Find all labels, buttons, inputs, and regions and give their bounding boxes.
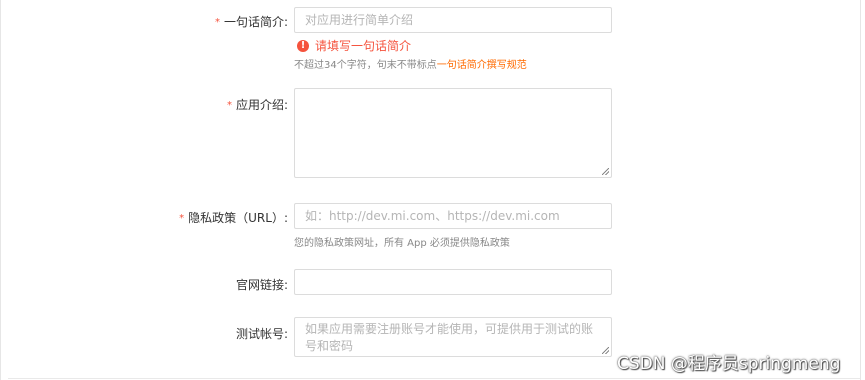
label-colon: : [283, 211, 288, 225]
required-mark: * [226, 100, 232, 111]
website-label-text: 官网链接 [235, 278, 284, 292]
intro-hint: 不超过34个字符，句末不带标点一句话简介撰写规范 [294, 56, 527, 71]
test-account-placeholder: 如果应用需要注册账号才能使用，可提供用于测试的账号和密码 [305, 322, 594, 353]
intro-hint-text: 不超过34个字符，句末不带标点 [294, 60, 437, 71]
label-colon: : [283, 98, 288, 112]
divider [8, 378, 860, 379]
description-label-text: 应用介绍 [235, 98, 284, 112]
intro-label: * 一句话简介: [215, 13, 288, 30]
description-textarea[interactable] [294, 88, 612, 178]
page-border-right [860, 0, 861, 380]
error-icon: ! [297, 39, 309, 52]
intro-placeholder: 对应用进行简单介绍 [305, 13, 414, 27]
intro-input[interactable]: 对应用进行简单介绍 [294, 7, 612, 33]
label-colon: : [283, 15, 288, 29]
intro-error: ! 请填写一句话简介 [297, 37, 411, 54]
label-colon: : [283, 278, 288, 292]
privacy-label: * 隐私政策（URL）: [179, 209, 288, 226]
description-label: * 应用介绍: [227, 96, 288, 113]
intro-guideline-link[interactable]: 一句话简介撰写规范 [437, 60, 527, 71]
intro-label-text: 一句话简介 [223, 15, 284, 29]
resize-grip-icon[interactable] [602, 168, 609, 175]
watermark: CSDN @程序员springmeng [617, 354, 841, 374]
privacy-hint: 您的隐私政策网址，所有 App 必须提供隐私政策 [294, 238, 510, 249]
website-label: 官网链接: [236, 276, 288, 293]
test-account-label-text: 测试帐号 [235, 327, 284, 341]
privacy-label-text: 隐私政策（URL） [188, 211, 284, 225]
required-mark: * [179, 213, 185, 224]
label-colon: : [283, 327, 288, 341]
website-input[interactable] [294, 269, 612, 295]
privacy-placeholder: 如：http://dev.mi.com、https://dev.mi.com [305, 209, 560, 223]
privacy-url-input[interactable]: 如：http://dev.mi.com、https://dev.mi.com [294, 203, 612, 229]
test-account-label: 测试帐号: [236, 325, 288, 342]
resize-grip-icon[interactable] [602, 347, 609, 354]
intro-error-text: 请填写一句话简介 [315, 39, 412, 53]
required-mark: * [214, 17, 220, 28]
page-border-left [0, 0, 1, 380]
test-account-textarea[interactable]: 如果应用需要注册账号才能使用，可提供用于测试的账号和密码 [294, 317, 612, 357]
